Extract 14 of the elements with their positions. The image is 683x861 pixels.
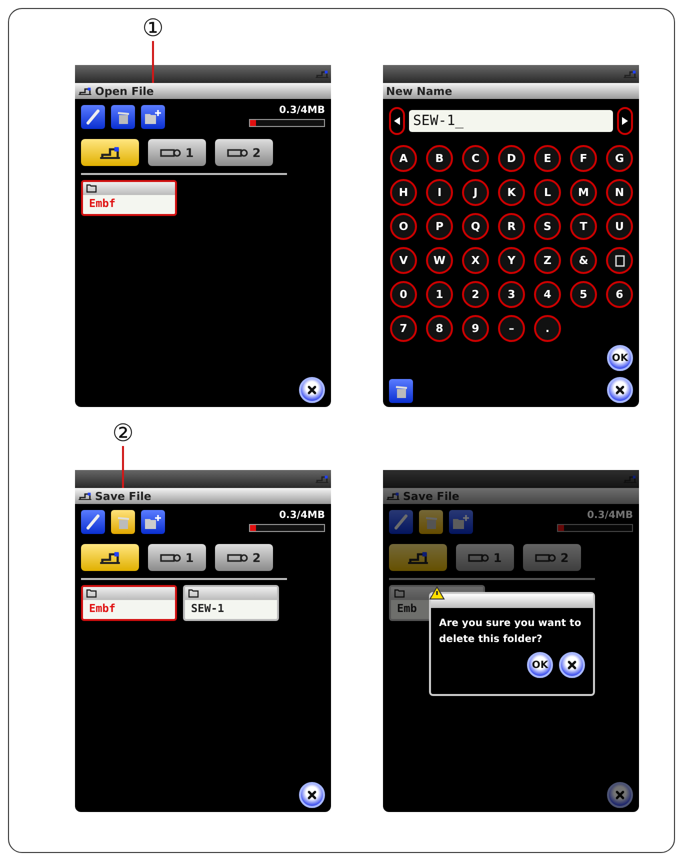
folder-name: Embf	[88, 601, 116, 615]
folder-name: SEW-1	[190, 601, 226, 615]
storage-reading: 0.3/4MB	[587, 510, 633, 521]
screen-title: Save File	[95, 490, 152, 502]
storage-reading: 0.3/4MB	[279, 105, 325, 116]
screen-title: New Name	[386, 84, 452, 98]
screen-title: Open File	[95, 84, 154, 98]
callout-number: ②	[111, 420, 135, 446]
folder-name: Embf	[88, 196, 116, 210]
dialog-message: Are you sure you want to delete this folder?	[439, 617, 582, 647]
callout-number: ①	[141, 15, 165, 41]
screen-title: Save File	[403, 490, 460, 502]
folder-name: Emb	[396, 601, 418, 615]
storage-reading: 0.3/4MB	[279, 510, 325, 521]
